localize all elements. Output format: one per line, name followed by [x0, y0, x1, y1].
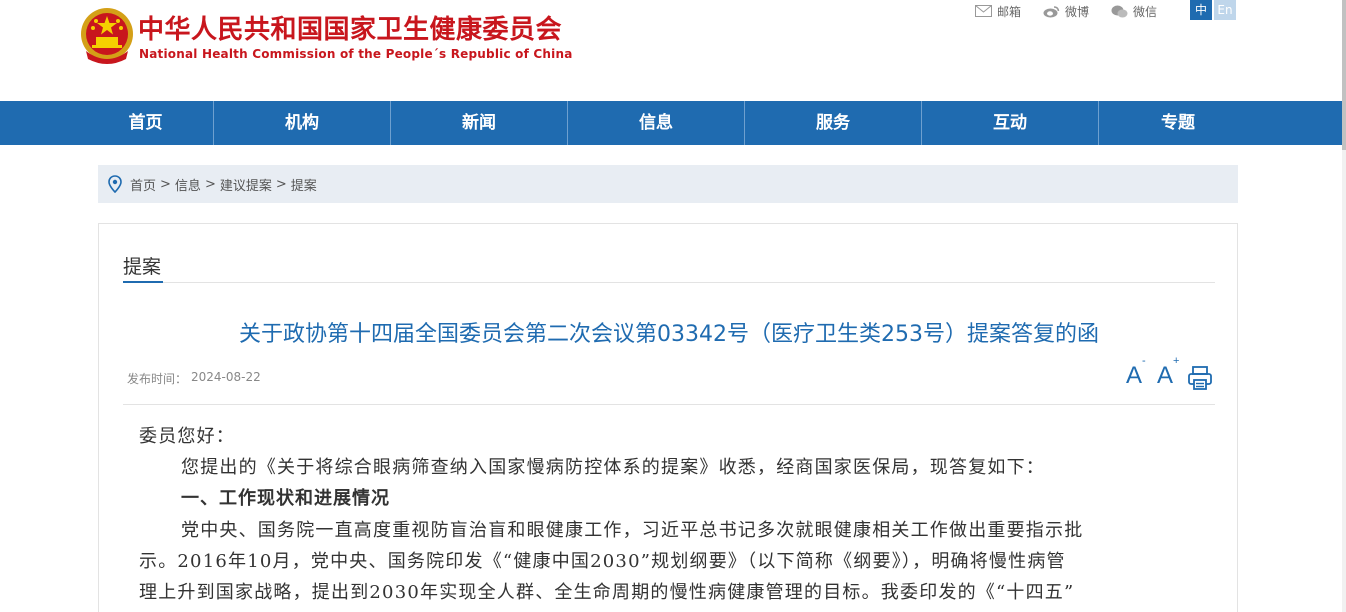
- wechat-link[interactable]: 微信: [1111, 3, 1157, 20]
- breadcrumb-separator: >: [275, 176, 287, 192]
- nav-item-info[interactable]: 信息: [568, 101, 744, 145]
- nav-item-organization[interactable]: 机构: [214, 101, 390, 145]
- section-divider: [123, 282, 1215, 283]
- paragraph-line: 理上升到国家战略，提出到2030年实现全人群、全生命周期的慢性病健康管理的目标。…: [139, 582, 1075, 603]
- section-tab: 提案: [123, 256, 162, 278]
- scrollbar-thumb[interactable]: [1342, 0, 1346, 150]
- wechat-icon: [1111, 5, 1128, 17]
- weibo-link[interactable]: 微博: [1043, 3, 1089, 20]
- top-links: 邮箱 微博 微信: [975, 2, 1179, 20]
- page-scrollbar[interactable]: [1342, 0, 1346, 612]
- site-header: 中华人民共和国国家卫生健康委员会 National Health Commiss…: [0, 0, 1346, 101]
- article-divider: [123, 404, 1215, 405]
- mail-link[interactable]: 邮箱: [975, 3, 1021, 20]
- site-title[interactable]: 中华人民共和国国家卫生健康委员会: [138, 9, 562, 46]
- font-increase-mark: +: [1173, 355, 1180, 367]
- font-increase-button[interactable]: A+: [1157, 355, 1179, 390]
- site-title-en: National Health Commission of the People…: [139, 47, 573, 61]
- mail-icon: [975, 5, 992, 17]
- section-tab-underline: [123, 281, 163, 283]
- breadcrumb: 首页 > 信息 > 建议提案 > 提案: [98, 165, 1238, 203]
- weibo-icon: [1043, 5, 1060, 17]
- paragraph-line: 党中央、国务院一直高度重视防盲治盲和眼健康工作，习近平总书记多次就眼健康相关工作…: [181, 520, 1084, 541]
- article-title: 关于政协第十四届全国委员会第二次会议第03342号（医疗卫生类253号）提案答复…: [239, 322, 1099, 347]
- breadcrumb-home[interactable]: 首页: [130, 175, 156, 194]
- publish-date: 2024-08-22: [191, 370, 261, 384]
- nav-item-service[interactable]: 服务: [745, 101, 921, 145]
- breadcrumb-suggestions[interactable]: 建议提案: [220, 175, 272, 194]
- breadcrumb-separator: >: [160, 176, 171, 192]
- location-pin-icon: [108, 175, 122, 193]
- breadcrumb-separator: >: [204, 176, 216, 192]
- font-decrease-button[interactable]: A-: [1126, 355, 1146, 390]
- font-increase-label: A: [1157, 362, 1174, 389]
- weibo-label: 微博: [1065, 4, 1090, 19]
- breadcrumb-proposals[interactable]: 提案: [291, 175, 317, 194]
- font-decrease-label: A: [1126, 362, 1143, 389]
- paragraph-greeting: 委员您好：: [139, 426, 235, 447]
- nav-item-home[interactable]: 首页: [78, 101, 213, 145]
- nav-item-topics[interactable]: 专题: [1099, 101, 1257, 145]
- mail-label: 邮箱: [997, 4, 1022, 19]
- font-decrease-mark: -: [1142, 355, 1146, 367]
- content-panel: 提案 关于政协第十四届全国委员会第二次会议第03342号（医疗卫生类253号）提…: [98, 223, 1238, 612]
- main-nav: 首页 机构 新闻 信息 服务 互动 专题: [0, 101, 1342, 145]
- paragraph-line: 示。2016年10月，党中央、国务院印发《“健康中国2030”规划纲要》（以下简…: [139, 551, 1066, 572]
- section-heading: 一、工作现状和进展情况: [181, 488, 390, 509]
- nav-item-interaction[interactable]: 互动: [922, 101, 1098, 145]
- print-icon[interactable]: [1187, 365, 1213, 391]
- breadcrumb-info[interactable]: 信息: [175, 175, 201, 194]
- paragraph-intro: 您提出的《关于将综合眼病筛查纳入国家慢病防控体系的提案》收悉，经商国家医保局，现…: [181, 457, 1045, 478]
- nav-item-news[interactable]: 新闻: [391, 101, 567, 145]
- wechat-label: 微信: [1133, 4, 1158, 19]
- national-emblem-icon[interactable]: [80, 7, 134, 65]
- publish-date-label: 发布时间：: [127, 372, 188, 386]
- lang-zh-button[interactable]: 中: [1190, 0, 1212, 20]
- lang-en-button[interactable]: En: [1214, 0, 1236, 20]
